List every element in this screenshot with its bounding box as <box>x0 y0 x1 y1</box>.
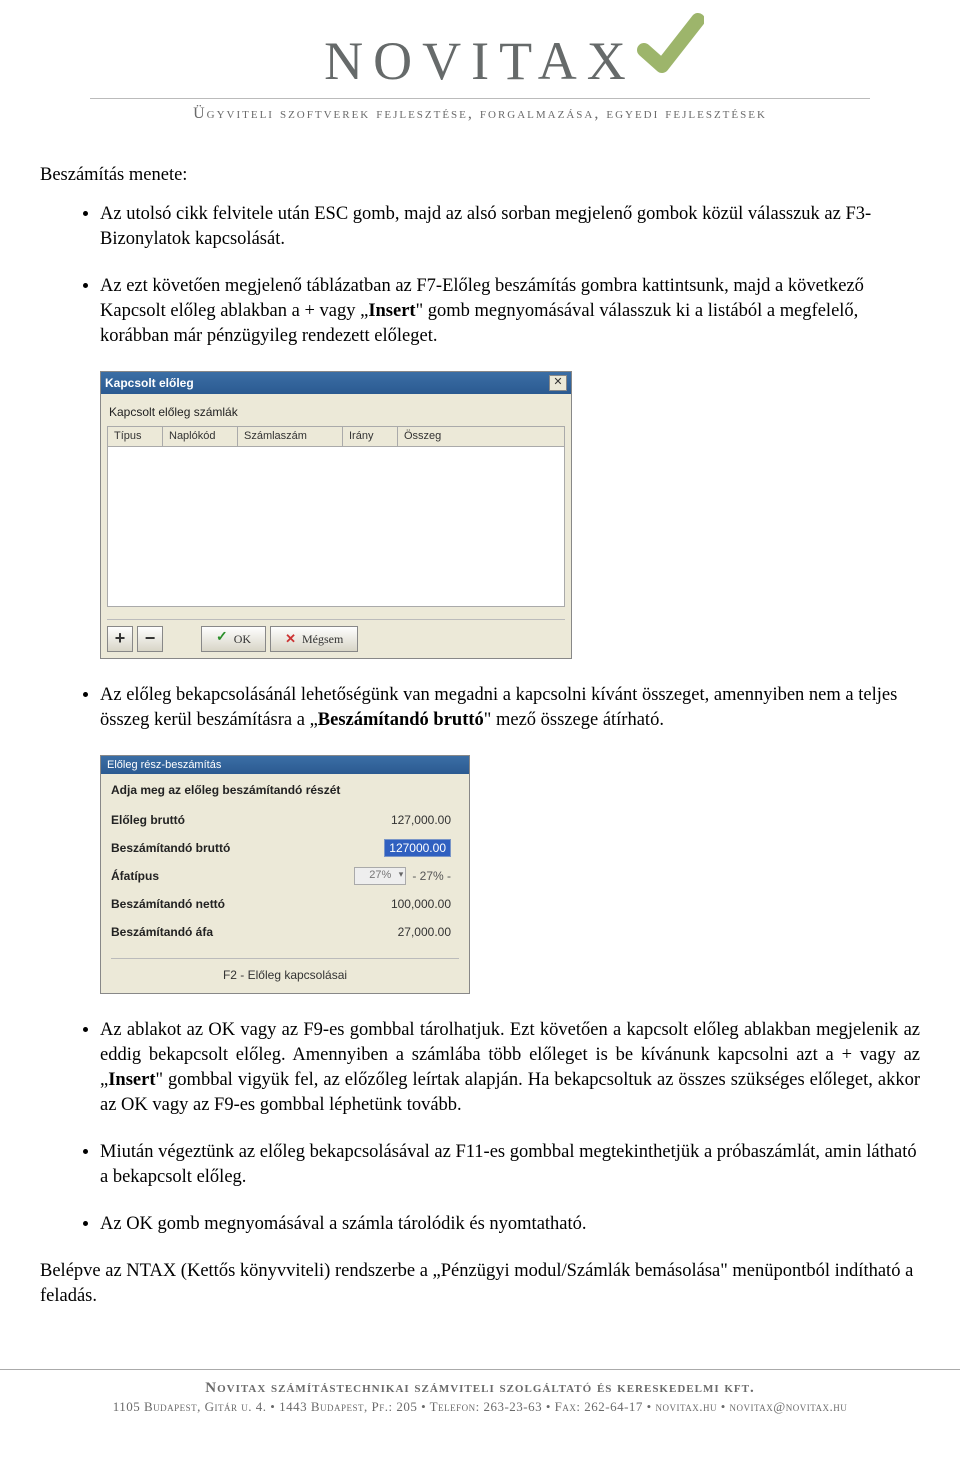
bullet-item: Az ezt követően megjelenő táblázatban az… <box>100 274 920 349</box>
check-icon: ✓ <box>216 629 228 648</box>
value: 100,000.00 <box>271 896 459 912</box>
bullet-item: Az OK gomb megnyomásával a számla tároló… <box>100 1212 920 1237</box>
dialog-subtitle: Kapcsolt előleg számlák <box>107 400 565 426</box>
footer-address: 1105 Budapest, Gitár u. 4. • 1443 Budape… <box>20 1399 940 1415</box>
label: Beszámítandó áfa <box>111 924 271 940</box>
footer-company: Novitax számítástechnikai számviteli szo… <box>20 1380 940 1397</box>
remove-button[interactable]: − <box>137 626 163 652</box>
closing-paragraph: Belépve az NTAX (Kettős könyvviteli) ren… <box>40 1259 920 1309</box>
label: Beszámítandó nettó <box>111 896 271 912</box>
col-tipus[interactable]: Típus <box>108 427 163 446</box>
eloleg-resz-beszamitas-dialog: Előleg rész-beszámítás Adja meg az előle… <box>100 755 470 994</box>
value: 27,000.00 <box>271 924 459 940</box>
kapcsolt-eloleg-dialog: Kapcsolt előleg ✕ Kapcsolt előleg számlá… <box>100 371 572 659</box>
table-body[interactable] <box>107 447 565 607</box>
table-header: Típus Naplókód Számlaszám Irány Összeg <box>107 426 565 447</box>
checkmark-icon <box>634 12 704 82</box>
row-beszamitando-netto: Beszámítandó nettó 100,000.00 <box>111 890 459 918</box>
insert-keyword: Insert <box>108 1070 155 1090</box>
cancel-label: Mégsem <box>302 631 343 647</box>
bullet-item: Az előleg bekapcsolásánál lehetőségünk v… <box>100 683 920 733</box>
row-eloleg-brutto: Előleg bruttó 127,000.00 <box>111 806 459 834</box>
brutto-input[interactable]: 127000.00 <box>384 839 451 857</box>
value: 127,000.00 <box>271 812 459 828</box>
section-heading: Beszámítás menete: <box>40 163 920 188</box>
dialog-prompt: Adja meg az előleg beszámítandó részét <box>111 782 459 798</box>
col-szamlaszam[interactable]: Számlaszám <box>238 427 343 446</box>
dialog-title: Előleg rész-beszámítás <box>101 756 469 774</box>
bold-field-name: Beszámítandó bruttó <box>318 710 484 730</box>
f2-hint[interactable]: F2 - Előleg kapcsolásai <box>111 958 459 985</box>
bullet-item: Az utolsó cikk felvitele után ESC gomb, … <box>100 202 920 252</box>
text: " gombbal vigyük fel, az előzőleg leírta… <box>100 1070 920 1115</box>
dialog-toolbar: + − ✓ OK ✕ Mégsem <box>107 619 565 652</box>
label: Előleg bruttó <box>111 812 271 828</box>
ok-label: OK <box>234 631 251 647</box>
col-irany[interactable]: Irány <box>343 427 398 446</box>
text: " mező összege átírható. <box>484 710 664 730</box>
document-body: Beszámítás menete: Az utolsó cikk felvit… <box>0 133 960 1339</box>
row-beszamitando-brutto: Beszámítandó bruttó 127000.00 <box>111 834 459 862</box>
page-header: NOVITAX Ügyviteli szoftverek fejlesztése… <box>0 0 960 133</box>
bullet-item: Miután végeztünk az előleg bekapcsolásáv… <box>100 1140 920 1190</box>
cancel-button[interactable]: ✕ Mégsem <box>270 626 358 652</box>
label: Beszámítandó bruttó <box>111 840 271 856</box>
close-icon[interactable]: ✕ <box>549 375 567 391</box>
dialog-titlebar: Kapcsolt előleg ✕ <box>101 372 571 394</box>
add-button[interactable]: + <box>107 626 133 652</box>
ok-button[interactable]: ✓ OK <box>201 626 266 652</box>
afa-suffix: - 27% - <box>412 868 451 884</box>
col-osszeg[interactable]: Összeg <box>398 427 564 446</box>
page-footer: Novitax számítástechnikai számviteli szo… <box>0 1369 960 1435</box>
brand-tagline: Ügyviteli szoftverek fejlesztése, forgal… <box>90 98 870 123</box>
col-naplokod[interactable]: Naplókód <box>163 427 238 446</box>
label: Áfatípus <box>111 868 271 884</box>
brand-logo: NOVITAX <box>324 30 636 92</box>
row-beszamitando-afa: Beszámítandó áfa 27,000.00 <box>111 918 459 946</box>
brand-name: NOVITAX <box>324 31 636 91</box>
afa-dropdown[interactable]: 27% <box>354 867 406 885</box>
x-icon: ✕ <box>285 630 296 648</box>
insert-keyword: Insert <box>368 301 415 321</box>
row-afatipus: Áfatípus 27% - 27% - <box>111 862 459 890</box>
dialog-title: Kapcsolt előleg <box>105 375 194 391</box>
bullet-item: Az ablakot az OK vagy az F9-es gombbal t… <box>100 1018 920 1118</box>
